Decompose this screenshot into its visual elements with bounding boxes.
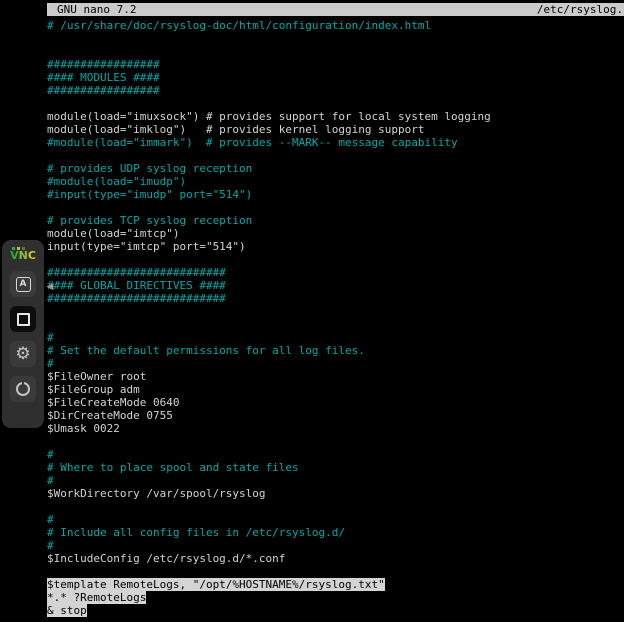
chevron-left-icon: ◀ <box>47 282 54 292</box>
fullscreen-icon <box>17 313 30 326</box>
nano-version-label: GNU nano 7.2 <box>57 3 136 16</box>
editor-line <box>47 97 624 110</box>
editor-line <box>47 253 624 266</box>
editor-line: module(load="imklog") # provides kernel … <box>47 123 624 136</box>
editor-line <box>47 149 624 162</box>
editor-line: $WorkDirectory /var/spool/rsyslog <box>47 487 624 500</box>
clipboard-button[interactable]: A <box>10 271 36 297</box>
editor-line <box>47 45 624 58</box>
editor-line: #### GLOBAL DIRECTIVES #### <box>47 279 624 292</box>
nano-filename: /etc/rsyslog. <box>537 3 624 16</box>
editor-line: # <box>47 539 624 552</box>
editor-line <box>47 201 624 214</box>
power-icon <box>16 382 30 396</box>
terminal-window[interactable]: GNU nano 7.2 /etc/rsyslog. # /usr/share/… <box>47 3 624 617</box>
editor-line <box>47 305 624 318</box>
editor-line: # Set the default permissions for all lo… <box>47 344 624 357</box>
editor-line <box>47 500 624 513</box>
editor-line: & stop <box>47 604 624 617</box>
editor-line: module(load="imtcp") <box>47 227 624 240</box>
editor-line: ########################### <box>47 292 624 305</box>
gear-icon: ⚙ <box>15 346 30 363</box>
editor-content[interactable]: # /usr/share/doc/rsyslog-doc/html/config… <box>47 19 624 617</box>
editor-line: input(type="imtcp" port="514") <box>47 240 624 253</box>
editor-line: ########################### <box>47 266 624 279</box>
editor-line: $DirCreateMode 0755 <box>47 409 624 422</box>
editor-line: #input(type="imudp" port="514") <box>47 188 624 201</box>
settings-button[interactable]: ⚙ <box>10 341 36 367</box>
editor-line: #module(load="imudp") <box>47 175 624 188</box>
editor-line <box>47 435 624 448</box>
editor-line: # Where to place spool and state files <box>47 461 624 474</box>
editor-line: # <box>47 448 624 461</box>
editor-line <box>47 565 624 578</box>
nano-titlebar: GNU nano 7.2 /etc/rsyslog. <box>47 3 624 16</box>
power-button[interactable] <box>10 376 36 402</box>
editor-line: ################# <box>47 84 624 97</box>
editor-line: #module(load="immark") # provides --MARK… <box>47 136 624 149</box>
editor-line: # Include all config files in /etc/rsysl… <box>47 526 624 539</box>
editor-line: ################# <box>47 58 624 71</box>
fullscreen-button[interactable] <box>10 306 36 332</box>
editor-line: # <box>47 331 624 344</box>
editor-line: #### MODULES #### <box>47 71 624 84</box>
editor-line: $FileOwner root <box>47 370 624 383</box>
panel-collapse-handle[interactable]: ◀ <box>44 276 56 298</box>
editor-line: # <box>47 513 624 526</box>
editor-line: *.* ?RemoteLogs <box>47 591 624 604</box>
editor-line: module(load="imuxsock") # provides suppo… <box>47 110 624 123</box>
editor-line <box>47 32 624 45</box>
editor-line <box>47 318 624 331</box>
editor-line: # provides TCP syslog reception <box>47 214 624 227</box>
editor-line: $IncludeConfig /etc/rsyslog.d/*.conf <box>47 552 624 565</box>
editor-line: $template RemoteLogs, "/opt/%HOSTNAME%/r… <box>47 578 624 591</box>
clipboard-icon: A <box>16 277 31 292</box>
editor-line: $Umask 0022 <box>47 422 624 435</box>
editor-line: # <box>47 474 624 487</box>
editor-line: # <box>47 357 624 370</box>
editor-line: $FileCreateMode 0640 <box>47 396 624 409</box>
novnc-logo: VNC <box>10 250 36 262</box>
editor-line: # provides UDP syslog reception <box>47 162 624 175</box>
novnc-drag-handle[interactable]: VNC <box>10 247 36 262</box>
editor-line: $FileGroup adm <box>47 383 624 396</box>
editor-line: # /usr/share/doc/rsyslog-doc/html/config… <box>47 19 624 32</box>
novnc-control-bar[interactable]: VNC A ⚙ <box>2 240 44 428</box>
